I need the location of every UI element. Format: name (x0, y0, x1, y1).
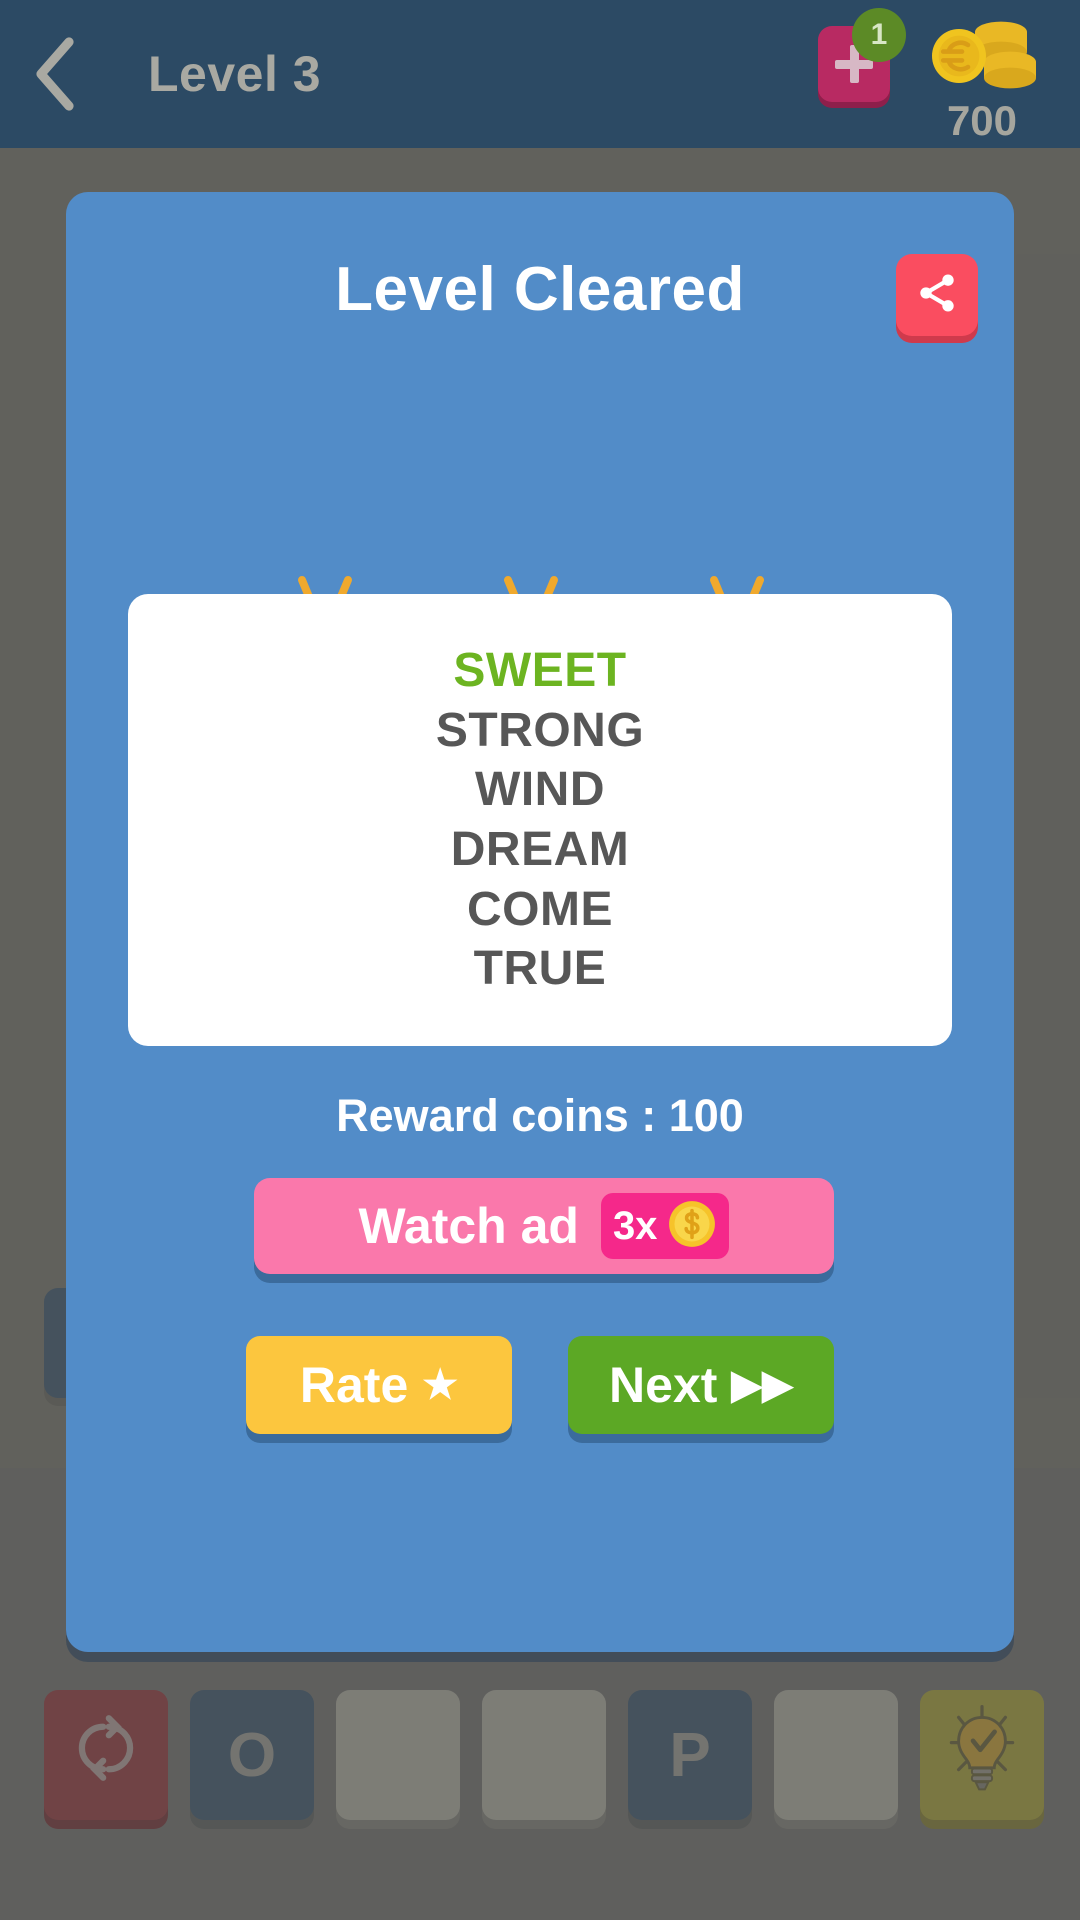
watch-ad-button[interactable]: Watch ad 3x (254, 1178, 834, 1274)
share-icon (915, 271, 959, 320)
rate-button[interactable]: Rate ★ (246, 1336, 512, 1434)
watch-ad-label: Watch ad (358, 1198, 579, 1254)
star-icon: ★ (422, 1363, 459, 1407)
app-bar-right-group: 1 700 (818, 0, 1050, 148)
coin-balance-group[interactable]: 700 (914, 14, 1050, 145)
share-button[interactable] (896, 254, 978, 336)
word-item: SWEET (453, 644, 627, 698)
ad-multiplier-label: 3x (612, 1203, 658, 1248)
word-item: DREAM (450, 823, 630, 876)
level-cleared-dialog: Level Cleared SWEET STRONG WIND DREAM CO… (66, 192, 1014, 1652)
word-item: STRONG (435, 703, 645, 757)
fast-forward-icon: ▶▶ (731, 1363, 793, 1407)
word-item: TRUE (473, 942, 607, 996)
word-item: WIND (475, 763, 605, 817)
word-list-panel: SWEET STRONG WIND DREAM COME TRUE (128, 594, 952, 1046)
next-button[interactable]: Next ▶▶ (568, 1336, 834, 1434)
back-button[interactable] (0, 0, 110, 148)
hint-count-badge: 1 (852, 8, 906, 62)
word-item: COME (467, 882, 613, 936)
dollar-coin-icon (667, 1199, 717, 1254)
next-button-label: Next (609, 1357, 718, 1413)
rate-button-label: Rate (299, 1357, 409, 1413)
dialog-action-row: Rate ★ Next ▶▶ (66, 1336, 1014, 1434)
reward-coins-label: Reward coins : 100 (336, 1090, 744, 1141)
app-bar: Level 3 1 700 (0, 0, 1080, 148)
ad-multiplier-badge: 3x (600, 1193, 730, 1259)
page-title: Level 3 (148, 46, 322, 102)
dialog-title: Level Cleared (335, 255, 745, 324)
euro-coin-stack-icon (924, 14, 1040, 101)
coin-amount: 700 (946, 97, 1018, 144)
chevron-left-icon (31, 36, 79, 112)
add-hint-group: 1 (818, 8, 906, 102)
